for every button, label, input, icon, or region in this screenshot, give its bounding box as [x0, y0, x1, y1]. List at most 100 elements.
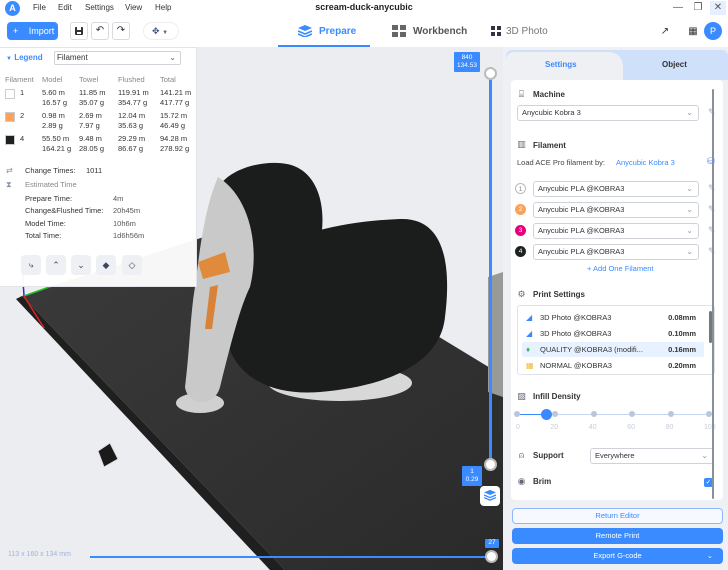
apps-button[interactable]: ▦ — [683, 22, 703, 42]
chevron-down-icon: ⌄ — [169, 53, 176, 62]
filament-swatch — [5, 112, 15, 122]
tab-prepare[interactable]: Prepare — [298, 17, 356, 47]
filament-id: 1 — [20, 88, 25, 97]
legend-cell-model-g: 164.21 g — [42, 144, 72, 153]
apps-icon — [491, 26, 501, 37]
infill-tick-dot[interactable] — [629, 411, 636, 417]
cube-solid-icon: ◆ — [102, 260, 110, 270]
support-select[interactable]: Everywhere ⌄ — [590, 448, 714, 464]
infill-tick-dot[interactable] — [590, 411, 597, 417]
print-setting-item[interactable]: ◢ 3D Photo @KOBRA3 0.08mm — [522, 310, 704, 325]
filament-slot-select[interactable]: Anycubic PLA @KOBRA3 ⌄ — [533, 181, 699, 197]
filament-slot-value: Anycubic PLA @KOBRA3 — [538, 226, 625, 235]
toolbar: + Import ↶ ↷ ✥ ▼ Prepare Workbench 3D Ph… — [0, 17, 728, 47]
photo-profile-icon: ◢ — [526, 329, 533, 338]
layer-slider-bottom-handle[interactable] — [484, 458, 497, 471]
menu-view[interactable]: View — [125, 3, 142, 12]
legend-mode-select[interactable]: Filament ⌄ — [54, 51, 181, 65]
machine-title: Machine — [533, 90, 566, 99]
chevron-down-icon: ⌄ — [686, 247, 693, 256]
print-settings-list[interactable]: ◢ 3D Photo @KOBRA3 0.08mm ◢ 3D Photo @KOBRA3… — [517, 305, 715, 375]
legend-cell-flushed-m: 12.04 m — [118, 111, 146, 120]
return-editor-button[interactable]: Return Editor — [512, 508, 723, 524]
minimize-button[interactable]: — — [670, 1, 686, 15]
tab-3d-photo[interactable]: 3D Photo — [491, 17, 548, 47]
machine-select[interactable]: Anycubic Kobra 3 ⌄ — [517, 105, 699, 121]
prepare-time-label: Prepare Time: — [25, 194, 73, 203]
layer-bottom-flag: 1 0.29 — [462, 466, 482, 486]
menu-help[interactable]: Help — [155, 3, 171, 12]
print-setting-layer-height: 0.10mm — [668, 329, 696, 338]
print-setting-item[interactable]: ▦ NORMAL @KOBRA3 0.20mm — [522, 358, 704, 373]
chevron-down-icon: ⌄ — [686, 184, 693, 193]
legend-cell-flushed-g: 35.63 g — [118, 121, 144, 130]
undo-button[interactable]: ↶ — [91, 22, 109, 40]
print-setting-item[interactable]: ♦ QUALITY @KOBRA3 (modifi... 0.16mm — [522, 342, 704, 357]
legend-cell-model-m: 5.60 m — [42, 88, 65, 97]
layer-slider-track[interactable] — [489, 72, 492, 464]
import-button[interactable]: + Import — [7, 22, 58, 40]
user-avatar[interactable]: P — [704, 22, 722, 40]
load-ace-link[interactable]: Anycubic Kobra 3 — [616, 158, 675, 167]
col-model: Model — [42, 75, 63, 84]
infill-thumb[interactable] — [540, 409, 552, 420]
legend-cell-flushed-g: 354.77 g — [118, 98, 148, 107]
infill-icon: ▨ — [517, 391, 526, 401]
external-link-button[interactable]: ↗ — [655, 22, 675, 42]
layer-view-button[interactable] — [480, 486, 500, 506]
apps-grid-icon: ▦ — [688, 26, 698, 37]
infill-tick-dot[interactable] — [667, 411, 674, 417]
export-gcode-button[interactable]: Export G-code ⌄ — [512, 548, 723, 564]
panel-scrollbar[interactable] — [712, 89, 714, 499]
infill-tick-label: 40 — [588, 424, 597, 431]
menu-settings[interactable]: Settings — [85, 3, 114, 12]
solid-view-button[interactable]: ◆ — [96, 255, 116, 275]
legend-cell-model-m: 55.50 m — [42, 134, 70, 143]
path-view-button[interactable]: ⤷ — [21, 255, 41, 275]
move-slider-track[interactable] — [90, 556, 490, 558]
restore-button[interactable]: ❐ — [690, 1, 706, 15]
legend-toggle[interactable]: ▼ Legend — [6, 53, 43, 62]
redo-button[interactable]: ↷ — [112, 22, 130, 40]
tab-workbench[interactable]: Workbench — [392, 17, 467, 47]
filament-slot-select[interactable]: Anycubic PLA @KOBRA3 ⌄ — [533, 223, 699, 239]
chevron-down-icon: ▼ — [162, 30, 169, 36]
filament-slot-select[interactable]: Anycubic PLA @KOBRA3 ⌄ — [533, 202, 699, 218]
tab-settings[interactable]: Settings — [545, 60, 577, 69]
menu-file[interactable]: File — [33, 3, 46, 12]
layer-slider-top-handle[interactable] — [484, 67, 497, 80]
view-mode-dropdown[interactable]: ✥ ▼ — [143, 22, 179, 40]
save-button[interactable] — [70, 22, 88, 40]
legend-cell-model-g: 2.89 g — [42, 121, 63, 130]
filament-id: 2 — [20, 111, 25, 120]
settings-card: ⌸ Machine Anycubic Kobra 3⌄ ✎ ▥ Filament… — [511, 80, 723, 500]
tab-object[interactable]: Object — [662, 60, 687, 69]
remote-print-button[interactable]: Remote Print — [512, 528, 723, 544]
filament-swatch — [5, 135, 15, 145]
wire-view-button[interactable]: ◇ — [122, 255, 142, 275]
infill-tick-dot[interactable] — [514, 411, 520, 417]
legend-cell-model-m: 0.98 m — [42, 111, 65, 120]
expand-down-button[interactable]: ⌄ — [71, 255, 91, 275]
filament-swatch — [5, 89, 15, 99]
legend-mode-value: Filament — [57, 53, 88, 62]
chevron-down-icon: ⌄ — [686, 226, 693, 235]
infill-tick-dot[interactable] — [552, 411, 559, 417]
legend-cell-towel-m: 11.85 m — [79, 88, 106, 97]
infill-tick-label: 0 — [516, 424, 520, 431]
chevrons-up-icon: ⌃ — [52, 260, 60, 270]
print-setting-name: NORMAL @KOBRA3 — [540, 361, 612, 370]
print-setting-name: 3D Photo @KOBRA3 — [540, 313, 612, 322]
quality-profile-icon: ♦ — [526, 345, 531, 354]
filament-slot-select[interactable]: Anycubic PLA @KOBRA3 ⌄ — [533, 244, 699, 260]
print-setting-item[interactable]: ◢ 3D Photo @KOBRA3 0.10mm — [522, 326, 704, 341]
check-icon: ✓ — [705, 479, 712, 486]
menu-edit[interactable]: Edit — [58, 3, 72, 12]
collapse-up-button[interactable]: ⌃ — [46, 255, 66, 275]
add-filament-button[interactable]: + Add One Filament — [587, 264, 654, 273]
close-button[interactable]: ✕ — [710, 1, 726, 15]
bed-clip — [97, 442, 119, 468]
legend-cell-total-m: 141.21 m — [160, 88, 192, 97]
change-times-label: Change Times: — [25, 166, 76, 175]
move-slider-handle[interactable] — [485, 550, 498, 563]
